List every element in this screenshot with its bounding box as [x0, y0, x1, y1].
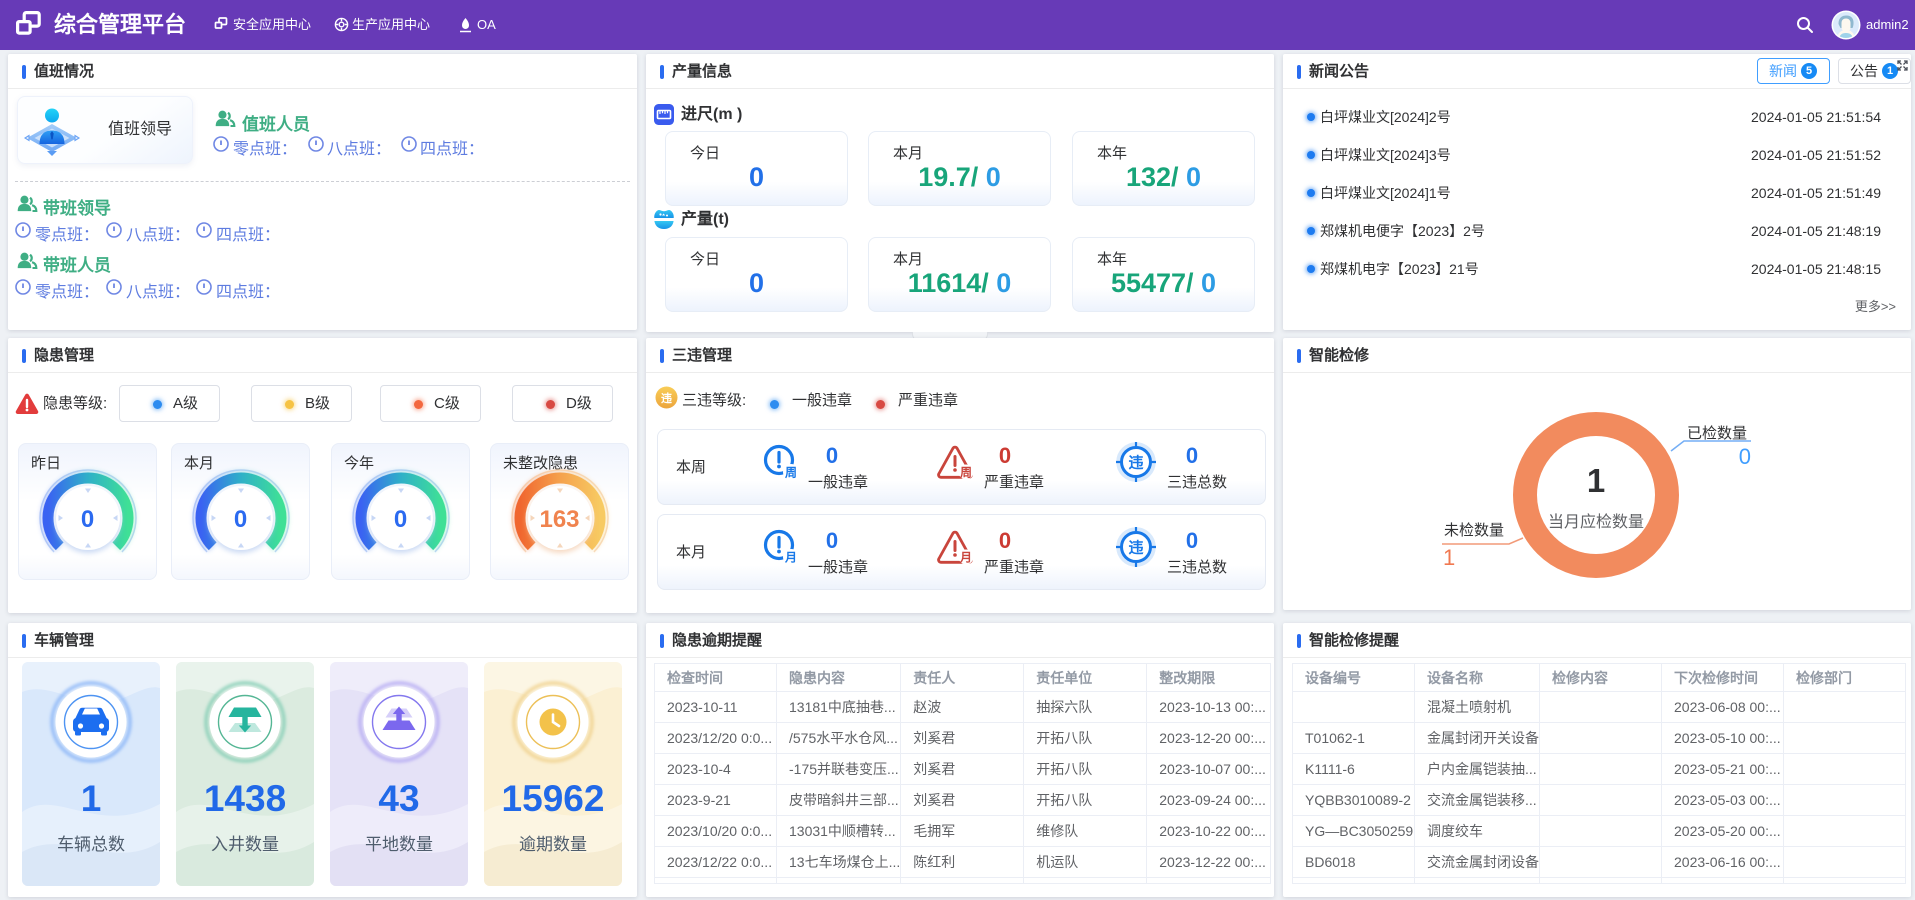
- svg-text:违: 违: [1128, 455, 1143, 472]
- svg-text:违: 违: [1128, 540, 1143, 557]
- svg-text:违: 违: [661, 391, 672, 405]
